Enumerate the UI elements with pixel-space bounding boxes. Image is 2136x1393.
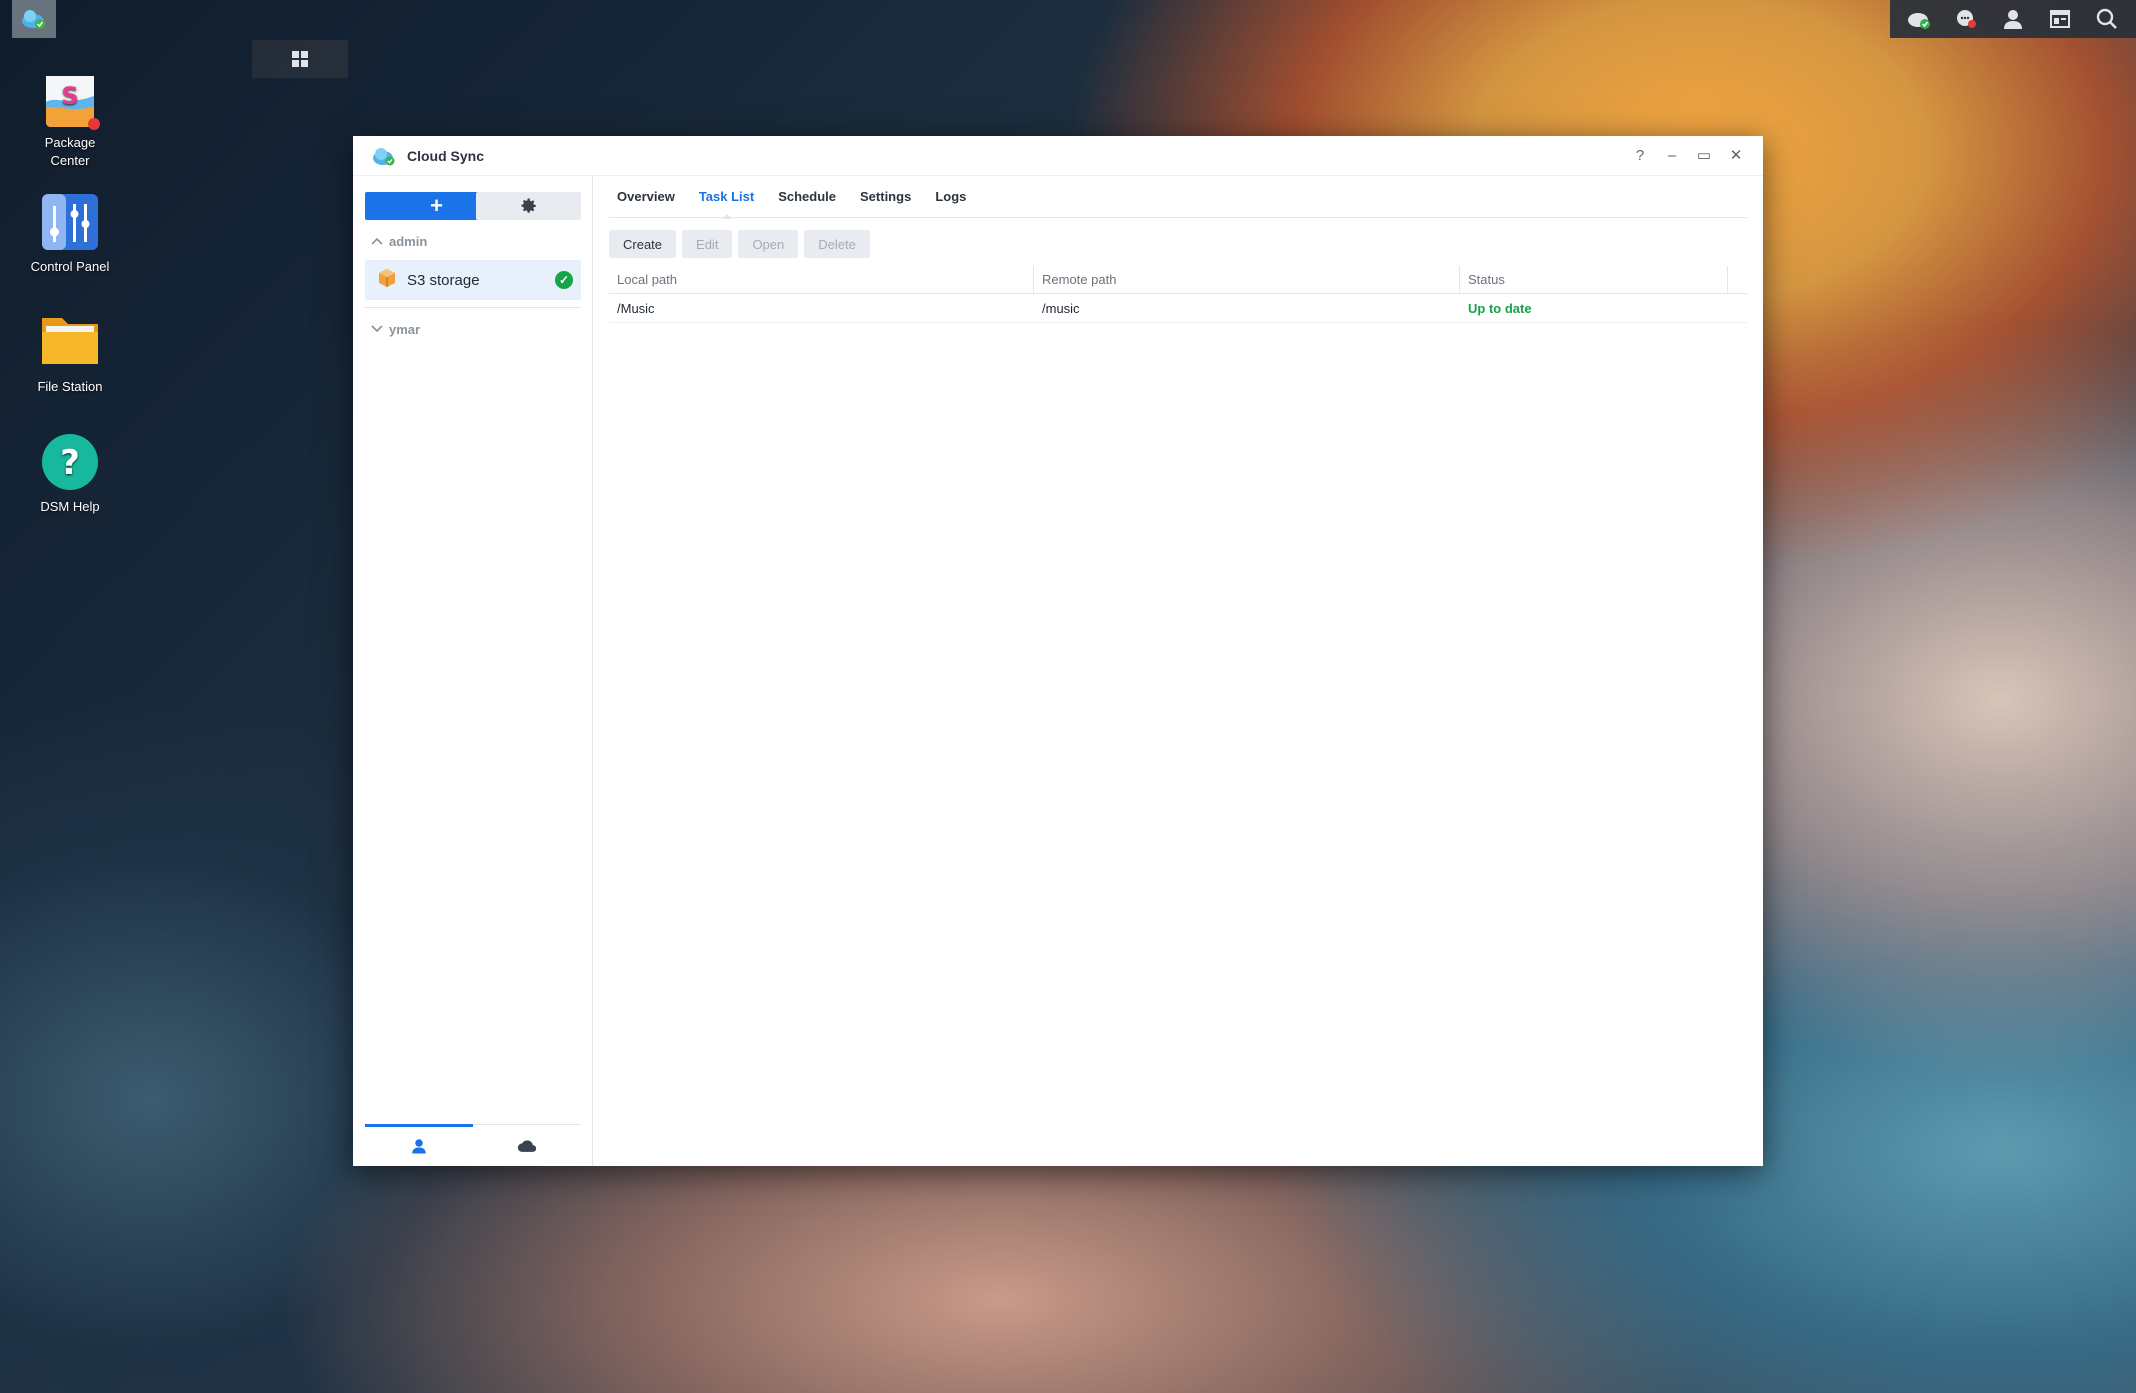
task-table: Local path Remote path Status /Music /mu… xyxy=(609,266,1747,323)
create-button[interactable]: Create xyxy=(609,230,677,258)
cell-status: Up to date xyxy=(1468,300,1532,316)
tab-settings[interactable]: Settings xyxy=(860,176,911,218)
maximize-button[interactable]: ▭ xyxy=(1695,144,1713,166)
minimize-button[interactable]: – xyxy=(1663,144,1681,166)
help-button[interactable]: ? xyxy=(1631,144,1649,166)
dsm-help-label: DSM Help xyxy=(40,499,100,514)
group-ymar[interactable]: ymar xyxy=(365,316,581,342)
file-station-icon xyxy=(40,312,100,372)
svg-text:?: ? xyxy=(60,443,80,483)
global-settings-button[interactable] xyxy=(476,192,581,220)
svg-text:S: S xyxy=(61,82,78,110)
control-panel-icon xyxy=(40,192,100,252)
task-toolbar: Create Edit Open Delete xyxy=(609,230,1747,258)
desktop-icon-dsm-help[interactable]: ? DSM Help xyxy=(20,432,120,516)
window-titlebar[interactable]: Cloud Sync ? – ▭ ✕ xyxy=(353,136,1763,176)
connections-sidebar: + admin S3 storage ✓ ymar xyxy=(353,176,593,1166)
gear-icon xyxy=(521,198,536,213)
cell-local-path: /Music xyxy=(617,300,655,316)
connection-name: S3 storage xyxy=(407,271,480,289)
file-station-label: File Station xyxy=(37,379,103,394)
user-icon xyxy=(412,1138,426,1153)
group-admin-label: admin xyxy=(389,233,428,249)
grid-icon xyxy=(292,51,308,67)
column-status[interactable]: Status xyxy=(1460,266,1728,293)
desktop-icon-file-station[interactable]: File Station xyxy=(20,312,120,396)
search-icon[interactable] xyxy=(2093,5,2121,33)
main-menu-button[interactable] xyxy=(252,40,348,78)
s3-storage-icon xyxy=(377,268,397,293)
close-button[interactable]: ✕ xyxy=(1727,144,1745,166)
control-panel-label: Control Panel xyxy=(30,259,110,274)
chevron-up-icon xyxy=(365,234,389,248)
tab-users-view[interactable] xyxy=(365,1124,473,1166)
tab-overview[interactable]: Overview xyxy=(617,176,675,218)
tab-schedule[interactable]: Schedule xyxy=(778,176,836,218)
table-row[interactable]: /Music /music Up to date xyxy=(609,294,1747,323)
desktop-icon-package-center[interactable]: S Package Center xyxy=(20,68,120,170)
main-tabs: Overview Task List Schedule Settings Log… xyxy=(609,176,1747,219)
column-extra xyxy=(1728,266,1747,293)
table-header: Local path Remote path Status xyxy=(609,266,1747,294)
column-remote-path[interactable]: Remote path xyxy=(1034,266,1460,293)
edit-button[interactable]: Edit xyxy=(682,230,733,258)
tab-cloud-view[interactable] xyxy=(473,1125,581,1166)
tab-logs[interactable]: Logs xyxy=(935,176,966,218)
delete-button[interactable]: Delete xyxy=(804,230,870,258)
taskbar xyxy=(12,0,348,78)
package-center-icon: S xyxy=(40,68,100,130)
notifications-icon[interactable] xyxy=(1952,5,1980,33)
group-admin[interactable]: admin xyxy=(365,228,581,254)
cloud-sync-icon xyxy=(22,10,45,29)
column-local-path[interactable]: Local path xyxy=(609,266,1034,293)
desktop-icon-control-panel[interactable]: Control Panel xyxy=(20,192,120,276)
sidebar-view-tabs xyxy=(365,1124,581,1166)
cloud-sync-app-icon xyxy=(371,145,397,167)
user-icon[interactable] xyxy=(1999,5,2027,33)
widgets-icon[interactable] xyxy=(2046,5,2074,33)
sidebar-divider xyxy=(365,307,581,308)
dsm-help-icon: ? xyxy=(40,432,100,492)
window-title: Cloud Sync xyxy=(407,147,485,164)
main-panel: Overview Task List Schedule Settings Log… xyxy=(593,176,1763,1166)
cloud-sync-window: Cloud Sync ? – ▭ ✕ + admin S3 storage ✓ … xyxy=(353,136,1763,1166)
tab-task-list[interactable]: Task List xyxy=(699,176,754,219)
package-center-label: Package Center xyxy=(44,135,96,168)
system-tray xyxy=(1890,0,2136,38)
taskbar-cloud-sync-button[interactable] xyxy=(12,0,56,38)
connection-s3-storage[interactable]: S3 storage ✓ xyxy=(365,260,581,300)
cloud-icon xyxy=(517,1139,537,1152)
open-button[interactable]: Open xyxy=(738,230,799,258)
cloud-sync-status-icon[interactable] xyxy=(1905,5,1933,33)
cell-remote-path: /music xyxy=(1042,300,1080,316)
cell-extra xyxy=(1728,294,1747,322)
status-ok-icon: ✓ xyxy=(555,271,573,289)
chevron-down-icon xyxy=(365,322,389,336)
group-ymar-label: ymar xyxy=(389,321,421,337)
